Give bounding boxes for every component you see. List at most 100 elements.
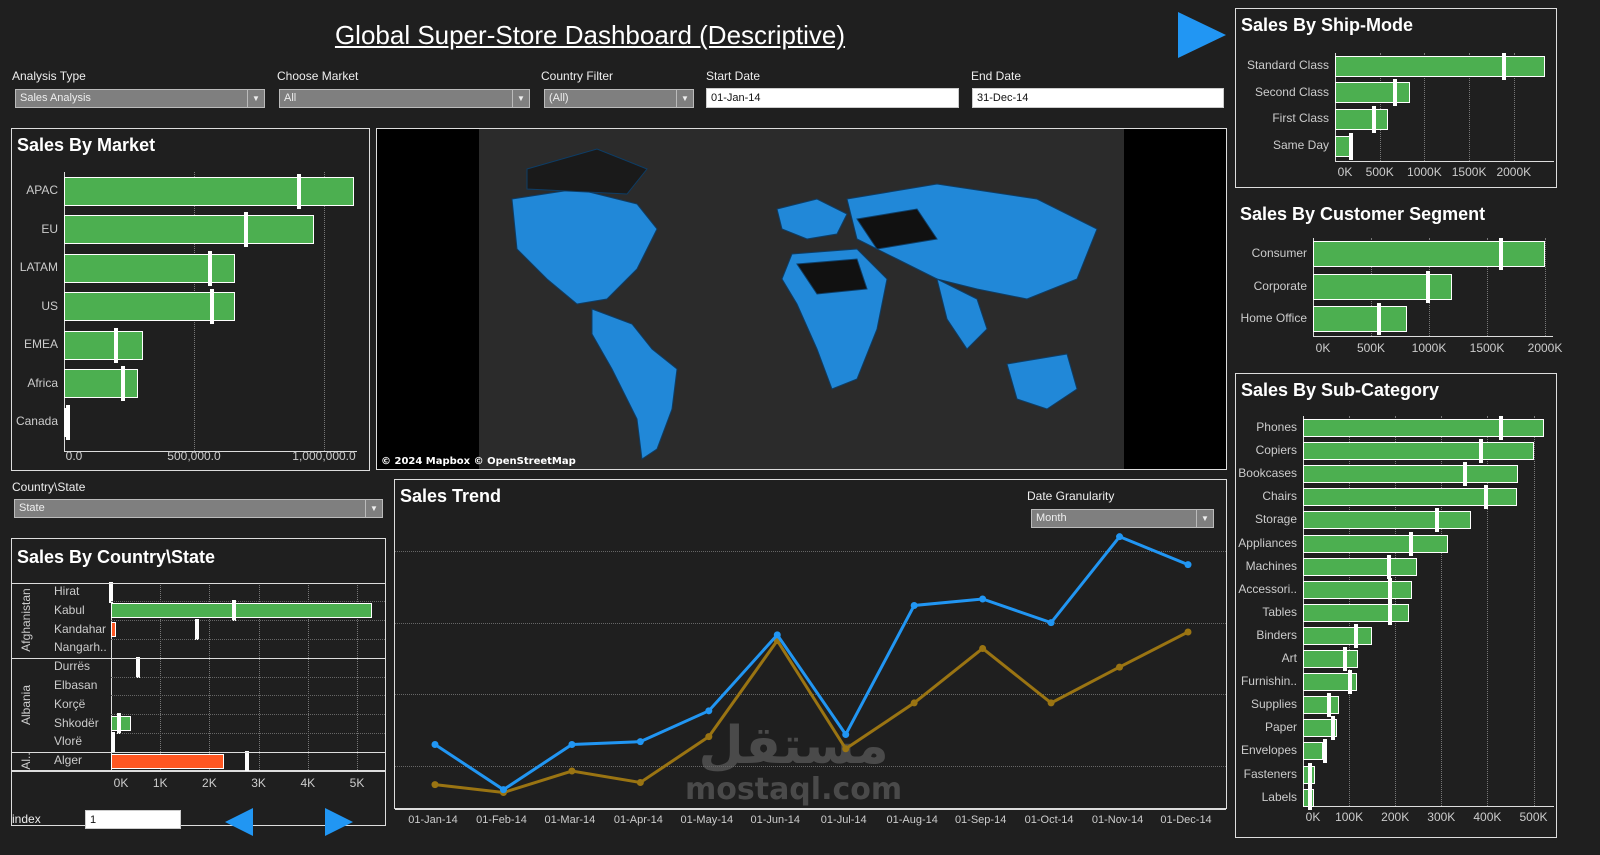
bar[interactable] bbox=[1335, 135, 1350, 157]
x-tick-label: 300K bbox=[1427, 810, 1456, 824]
data-point[interactable] bbox=[431, 741, 439, 748]
bar[interactable] bbox=[1303, 696, 1340, 715]
data-point[interactable] bbox=[636, 738, 644, 746]
category-label: Corporate bbox=[1253, 278, 1307, 293]
bar[interactable] bbox=[1303, 442, 1534, 461]
target-marker bbox=[1342, 647, 1347, 671]
bar[interactable] bbox=[111, 622, 117, 638]
bar[interactable] bbox=[1303, 534, 1448, 553]
data-point[interactable] bbox=[636, 778, 644, 786]
bar[interactable] bbox=[111, 753, 224, 769]
x-tick-label: 01-May-14 bbox=[680, 814, 734, 826]
data-point[interactable] bbox=[1047, 699, 1055, 707]
data-point[interactable] bbox=[773, 631, 781, 639]
target-marker bbox=[210, 289, 215, 324]
start-date-input[interactable]: 01-Jan-14 bbox=[706, 88, 959, 108]
market-label: Choose Market bbox=[277, 69, 359, 83]
country-filter-select[interactable]: (All) ▼ bbox=[544, 89, 694, 108]
target-marker bbox=[244, 212, 248, 247]
market-select[interactable]: All ▼ bbox=[279, 89, 530, 108]
bar[interactable] bbox=[1303, 603, 1410, 622]
category-label: Durrës bbox=[54, 659, 91, 674]
bar[interactable] bbox=[1303, 465, 1519, 484]
chevron-down-icon: ▼ bbox=[676, 90, 693, 107]
series-line-target[interactable] bbox=[434, 630, 1189, 795]
x-tick-label: 01-Oct-14 bbox=[1024, 814, 1074, 826]
category-label: Nangarh.. bbox=[54, 640, 107, 655]
bar[interactable] bbox=[64, 292, 235, 321]
x-tick-label: 0K bbox=[1305, 810, 1321, 824]
target-marker bbox=[1322, 739, 1327, 764]
bar[interactable] bbox=[64, 369, 138, 398]
bar[interactable] bbox=[1313, 241, 1546, 267]
world-map[interactable]: © 2024 Mapbox © OpenStreetMap bbox=[376, 128, 1227, 470]
data-point[interactable] bbox=[910, 601, 918, 609]
sales-by-market-panel: Sales By Market 0.0 500,000.0 1,000,000.0 AP… bbox=[11, 128, 370, 471]
category-label: Alger bbox=[54, 753, 83, 768]
bar[interactable] bbox=[1313, 306, 1408, 332]
bar[interactable] bbox=[1335, 82, 1411, 104]
target-marker bbox=[1435, 508, 1440, 533]
map-attribution[interactable]: © 2024 Mapbox © OpenStreetMap bbox=[381, 456, 576, 467]
start-date-label: Start Date bbox=[706, 69, 761, 83]
bar[interactable] bbox=[1303, 419, 1545, 437]
country-state-select[interactable]: State ▼ bbox=[14, 499, 383, 518]
series-line-sales[interactable] bbox=[434, 534, 1189, 792]
bar[interactable] bbox=[1303, 650, 1359, 668]
analysis-type-select[interactable]: Sales Analysis ▼ bbox=[15, 89, 265, 108]
bar[interactable] bbox=[1335, 55, 1546, 77]
category-label: Home Office bbox=[1240, 311, 1307, 325]
data-point[interactable] bbox=[910, 699, 918, 707]
x-axis-line bbox=[1335, 161, 1554, 162]
index-input[interactable]: 1 bbox=[85, 810, 181, 829]
bar[interactable] bbox=[1303, 557, 1418, 576]
bar[interactable] bbox=[1303, 511, 1472, 530]
data-point[interactable] bbox=[1116, 533, 1124, 541]
data-point[interactable] bbox=[431, 781, 439, 789]
bar[interactable] bbox=[64, 215, 314, 244]
bar[interactable] bbox=[1303, 626, 1373, 645]
sales-trend-panel: Sales Trend Date Granularity Month ▼ مستق… bbox=[394, 479, 1227, 810]
bar[interactable] bbox=[1303, 580, 1413, 599]
next-arrow-icon[interactable] bbox=[325, 808, 353, 836]
bar[interactable] bbox=[1335, 108, 1388, 130]
bar[interactable] bbox=[1303, 742, 1324, 761]
category-label: Art bbox=[1281, 651, 1297, 665]
data-point[interactable] bbox=[1184, 561, 1192, 569]
category-label: Tables bbox=[1262, 604, 1297, 619]
map-canvas[interactable] bbox=[377, 129, 1226, 469]
bar[interactable] bbox=[64, 176, 355, 206]
x-tick-label: 01-Dec-14 bbox=[1160, 814, 1212, 826]
group-label: Albania bbox=[19, 684, 33, 725]
bar[interactable] bbox=[111, 603, 373, 619]
data-point[interactable] bbox=[842, 730, 850, 738]
bar[interactable] bbox=[1313, 273, 1452, 300]
category-label: Bookcases bbox=[1238, 466, 1297, 481]
bar[interactable] bbox=[111, 716, 132, 732]
target-marker bbox=[109, 581, 114, 603]
target-marker bbox=[244, 750, 249, 772]
data-point[interactable] bbox=[979, 595, 987, 603]
bar[interactable] bbox=[64, 330, 143, 360]
data-point[interactable] bbox=[568, 741, 576, 748]
category-label: Kabul bbox=[54, 602, 85, 617]
panel-title: Sales By Customer Segment bbox=[1240, 204, 1486, 224]
data-point[interactable] bbox=[499, 786, 507, 794]
play-arrow-icon[interactable] bbox=[1178, 12, 1226, 58]
target-marker bbox=[1354, 623, 1358, 648]
data-point[interactable] bbox=[1116, 663, 1124, 671]
category-label: Storage bbox=[1254, 512, 1297, 527]
target-marker bbox=[66, 404, 71, 440]
data-point[interactable] bbox=[705, 707, 713, 715]
target-marker bbox=[1393, 79, 1398, 107]
previous-arrow-icon[interactable] bbox=[225, 808, 253, 836]
analysis-type-value: Sales Analysis bbox=[20, 92, 91, 104]
data-point[interactable] bbox=[842, 745, 850, 753]
data-point[interactable] bbox=[979, 644, 987, 652]
data-point[interactable] bbox=[568, 767, 576, 775]
data-point[interactable] bbox=[1184, 628, 1192, 636]
end-date-input[interactable]: 31-Dec-14 bbox=[972, 88, 1224, 108]
data-point[interactable] bbox=[705, 733, 713, 741]
category-label: Paper bbox=[1264, 720, 1297, 735]
data-point[interactable] bbox=[1047, 619, 1055, 627]
